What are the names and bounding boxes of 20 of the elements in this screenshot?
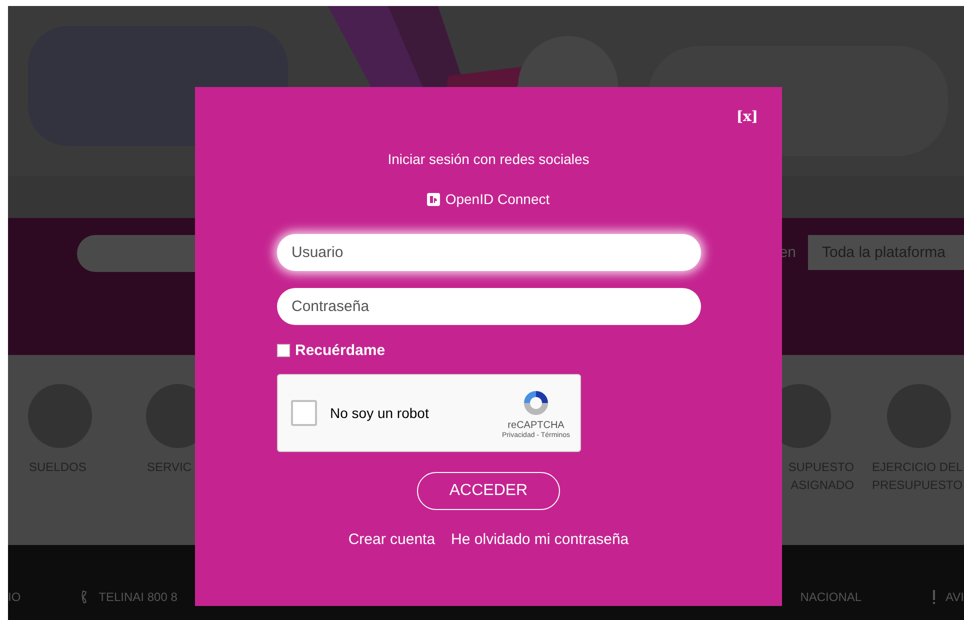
openid-link[interactable]: OpenID Connect bbox=[445, 191, 550, 207]
account-link[interactable]: He olvidado mi contraseña bbox=[451, 531, 629, 548]
login-button[interactable]: ACCEDER bbox=[417, 472, 560, 510]
input-field[interactable]: Contraseña bbox=[276, 288, 700, 325]
alert-icon bbox=[932, 590, 936, 604]
captcha-label: No soy un robot bbox=[330, 405, 429, 421]
phone-icon bbox=[80, 590, 89, 604]
footer-link[interactable]: TELINAI 800 8 bbox=[98, 590, 178, 604]
footer-link[interactable]: IO bbox=[8, 590, 21, 604]
remember-checkbox[interactable] bbox=[277, 344, 290, 357]
footer-link[interactable]: NACIONAL bbox=[800, 590, 862, 604]
captcha-brand: reCAPTCHA bbox=[508, 420, 564, 431]
social-login-title: Iniciar sesión con redes sociales bbox=[388, 151, 590, 167]
openid-icon bbox=[427, 192, 440, 206]
footer-link[interactable]: AVI bbox=[946, 590, 964, 604]
input-field[interactable]: Usuario bbox=[276, 234, 700, 271]
close-button[interactable]: [x] bbox=[736, 109, 758, 125]
remember-label[interactable]: Recuérdame bbox=[295, 342, 386, 359]
captcha-checkbox[interactable] bbox=[291, 400, 317, 426]
account-link[interactable]: Crear cuenta bbox=[348, 531, 436, 548]
